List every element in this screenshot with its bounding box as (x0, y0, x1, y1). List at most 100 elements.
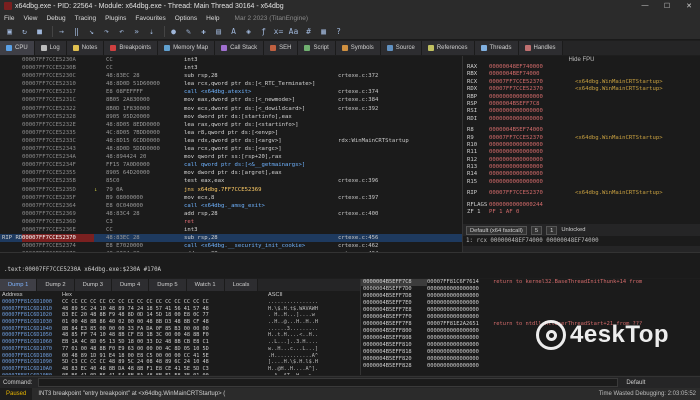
disasm-row[interactable]: 00007FF7CCE52310 48:8D0D 51D60000 lea rcx,… (0, 80, 462, 88)
disasm-row[interactable]: 00007FF7CCE5233C 48:8D15 6CDD0000 lea rdx,… (0, 137, 462, 145)
disassembly-view[interactable]: 00007FF7CCE5230A CC int3 00007FF7CCE5230B CC… (0, 56, 462, 252)
close-icon[interactable]: ■ (34, 26, 45, 37)
trace-icon[interactable]: ⇣ (146, 26, 157, 37)
register-rsi[interactable]: RSI 0000000000000000 (463, 108, 700, 115)
dump-tab-watch-1[interactable]: Watch 1 (186, 279, 225, 291)
menu-tracing[interactable]: Tracing (75, 15, 96, 22)
command-default-select[interactable]: Default (626, 380, 645, 386)
register-r14[interactable]: R14 0000000000000000 (463, 171, 700, 178)
menu-help[interactable]: Help (206, 15, 219, 22)
help-icon[interactable]: ? (333, 26, 344, 37)
disasm-row[interactable]: 00007FF7CCE52335 4C:8D05 7BDD0000 lea r8,q… (0, 129, 462, 137)
minimize-button[interactable]: — (634, 2, 656, 10)
stack-row[interactable]: 0000004B5EFF820 0000000000000000 (361, 356, 700, 363)
tab-cpu[interactable]: CPU (0, 41, 35, 55)
menu-options[interactable]: Options (175, 15, 197, 22)
stack-row[interactable]: 0000004B5EFF7E8 0000000000000000 (361, 307, 700, 314)
disasm-row[interactable]: 00007FF7CCE5234F FF15 7A0D0000 call qword … (0, 161, 462, 169)
stack-row[interactable]: 0000004B5EFF828 0000000000000000 (361, 363, 700, 370)
dump-tab-dump-4[interactable]: Dump 4 (111, 279, 150, 291)
disasm-row[interactable]: 00007FF7CCE5231C 8B05 2A830000 mov eax,dwo… (0, 96, 462, 104)
register-r10[interactable]: R10 0000000000000000 (463, 142, 700, 149)
tab-source[interactable]: Source (380, 41, 422, 55)
argcount-spin[interactable]: 5 (530, 225, 543, 235)
disasm-row[interactable]: 00007FF7CCE5235D ↓ 79 0A jns x64dbg.7FF7CCE… (0, 186, 462, 194)
run-to-return-icon[interactable]: ↶ (116, 26, 127, 37)
disasm-row[interactable]: 00007FF7CCE52317 E8 08FEFFFF call <x64dbg.… (0, 88, 462, 96)
register-r13[interactable]: R13 0000000000000000 (463, 164, 700, 171)
scylla-icon[interactable]: ✎ (183, 26, 194, 37)
callconv-select[interactable]: Default (x64 fastcall) (466, 225, 527, 235)
disasm-row[interactable]: 00007FF7CCE5234A 48:894424 20 mov qword pt… (0, 153, 462, 161)
tab-notes[interactable]: Notes (66, 41, 105, 55)
label-icon[interactable]: A (228, 26, 239, 37)
register-rdx[interactable]: RDX 00007FF7CCE52370 <x64dbg.WinMainCRTSta… (463, 86, 700, 93)
hide-fpu-button[interactable]: Hide FPU (463, 56, 700, 64)
stack-row[interactable]: 0000004B5EFF818 0000000000000000 (361, 349, 700, 356)
disasm-row[interactable]: 00007FF7CCE52374 E8 E7020000 call <x64dbg.… (0, 242, 462, 250)
dump-tab-locals[interactable]: Locals (224, 279, 259, 291)
dump-row[interactable]: 00007FF81C6D1080 00 48 89 1D 91 E4 18 00 … (0, 353, 360, 360)
dump-row[interactable]: 00007FF81C6D1060 EB 1A 4C 8D 05 13 5D 18 … (0, 339, 360, 346)
disasm-row[interactable]: 00007FF7CCE52355 8905 64D20000 mov dword p… (0, 169, 462, 177)
register-zf-1[interactable]: ZF 1 PF 1 AF 0 (463, 209, 700, 216)
bookmark-icon[interactable]: ◈ (243, 26, 254, 37)
dump-row[interactable]: 00007FF81C6D1030 01 00 48 8B 86 40 02 00 … (0, 319, 360, 326)
dump-tab-dump-2[interactable]: Dump 2 (37, 279, 75, 291)
disasm-row[interactable]: 00007FF7CCE5232E 48:8D05 8EDD0000 lea rax,… (0, 121, 462, 129)
step-over-icon[interactable]: ↷ (101, 26, 112, 37)
breakpoint-icon[interactable]: ● (168, 26, 179, 37)
dump-row[interactable]: 00007FF81C6D1000 CC CC CC CC CC CC CC CC … (0, 299, 360, 306)
register-r12[interactable]: R12 0000000000000000 (463, 157, 700, 164)
stack-row[interactable]: 0000004B5EFF7C8 00007FF81C6F7614 return to… (361, 279, 700, 286)
disasm-row[interactable]: RIP RDX 00007FF7CCE52370 48:83EC 28 sub rsp… (0, 234, 462, 243)
disasm-row[interactable]: 00007FF7CCE5230A CC int3 (0, 56, 462, 64)
tab-symbols[interactable]: Symbols (335, 41, 381, 55)
comment-icon[interactable]: ▤ (213, 26, 224, 37)
function-icon[interactable]: ƒ (258, 26, 269, 37)
stack-row[interactable]: 0000004B5EFF7D0 0000000000000000 (361, 286, 700, 293)
registers-view[interactable]: Hide FPU RAX 00000048EF740000 RBX 0000004BE… (462, 56, 700, 224)
tab-log[interactable]: Log (34, 41, 67, 55)
animate-icon[interactable]: » (131, 26, 142, 37)
dump-row[interactable]: 00007FF81C6D1020 83 EC 20 48 8B F9 48 8D … (0, 312, 360, 319)
register-r11[interactable]: R11 0000000000000000 (463, 149, 700, 156)
step-into-icon[interactable]: ↘ (86, 26, 97, 37)
register-rflags[interactable]: RFLAGS 0000000000000244 (463, 202, 700, 209)
command-input[interactable] (38, 378, 619, 387)
tab-threads[interactable]: Threads (474, 41, 519, 55)
disasm-row[interactable]: 00007FF7CCE52369 48:83C4 28 add rsp,28 crte… (0, 210, 462, 218)
menu-plugins[interactable]: Plugins (105, 15, 126, 22)
patch-icon[interactable]: ✚ (198, 26, 209, 37)
disasm-row[interactable]: 00007FF7CCE5230B CC int3 (0, 64, 462, 72)
menu-debug[interactable]: Debug (46, 15, 65, 22)
close-button[interactable]: ✕ (678, 2, 700, 10)
menu-view[interactable]: View (23, 15, 37, 22)
register-rbp[interactable]: RBP 0000000000000000 (463, 94, 700, 101)
register-r8[interactable]: R8 0000004B5EF74000 (463, 127, 700, 134)
font-icon[interactable]: Aa (288, 26, 299, 37)
tab-handles[interactable]: Handles (518, 41, 563, 55)
dump-row[interactable]: 00007FF81C6D1070 77 01 00 48 8B F0 E9 63 … (0, 346, 360, 353)
disasm-row[interactable]: 00007FF7CCE5236D C3 ret (0, 218, 462, 226)
dump-row[interactable]: 00007FF81C6D1090 5D C3 CC CC CC 48 89 5C … (0, 359, 360, 366)
tab-references[interactable]: References (421, 41, 475, 55)
unlocked-checkbox[interactable]: Unlocked (561, 227, 585, 233)
pause-icon[interactable]: ‖ (71, 26, 82, 37)
register-rcx[interactable]: RCX 00007FF7CCE52370 <x64dbg.WinMainCRTSta… (463, 79, 700, 86)
register-rsp[interactable]: RSP 0000004B5EFF7C8 (463, 101, 700, 108)
dump-tab-dump-1[interactable]: Dump 1 (0, 279, 38, 291)
run-icon[interactable]: → (56, 26, 67, 37)
register-r9[interactable]: R9 00007FF7CCE52370 <x64dbg.WinMainCRTStar… (463, 135, 700, 142)
folder-open-icon[interactable]: ▣ (4, 26, 15, 37)
stack-row[interactable]: 0000004B5EFF7D8 0000000000000000 (361, 293, 700, 300)
arg-spin[interactable]: 1 (546, 225, 558, 235)
menu-file[interactable]: File (4, 15, 14, 22)
register-r15[interactable]: R15 0000000000000000 (463, 179, 700, 186)
tab-script[interactable]: Script (298, 41, 336, 55)
tab-call-stack[interactable]: Call Stack (215, 41, 265, 55)
disasm-row[interactable]: 00007FF7CCE52322 8B0D 1F830000 mov ecx,dwo… (0, 105, 462, 113)
dump-view[interactable]: Address Hex ASCII 00007FF81C6D1000 CC CC … (0, 291, 360, 375)
hash-icon[interactable]: # (303, 26, 314, 37)
dump-row[interactable]: 00007FF81C6D10A0 48 83 EC 40 48 8B DA 48 … (0, 366, 360, 373)
